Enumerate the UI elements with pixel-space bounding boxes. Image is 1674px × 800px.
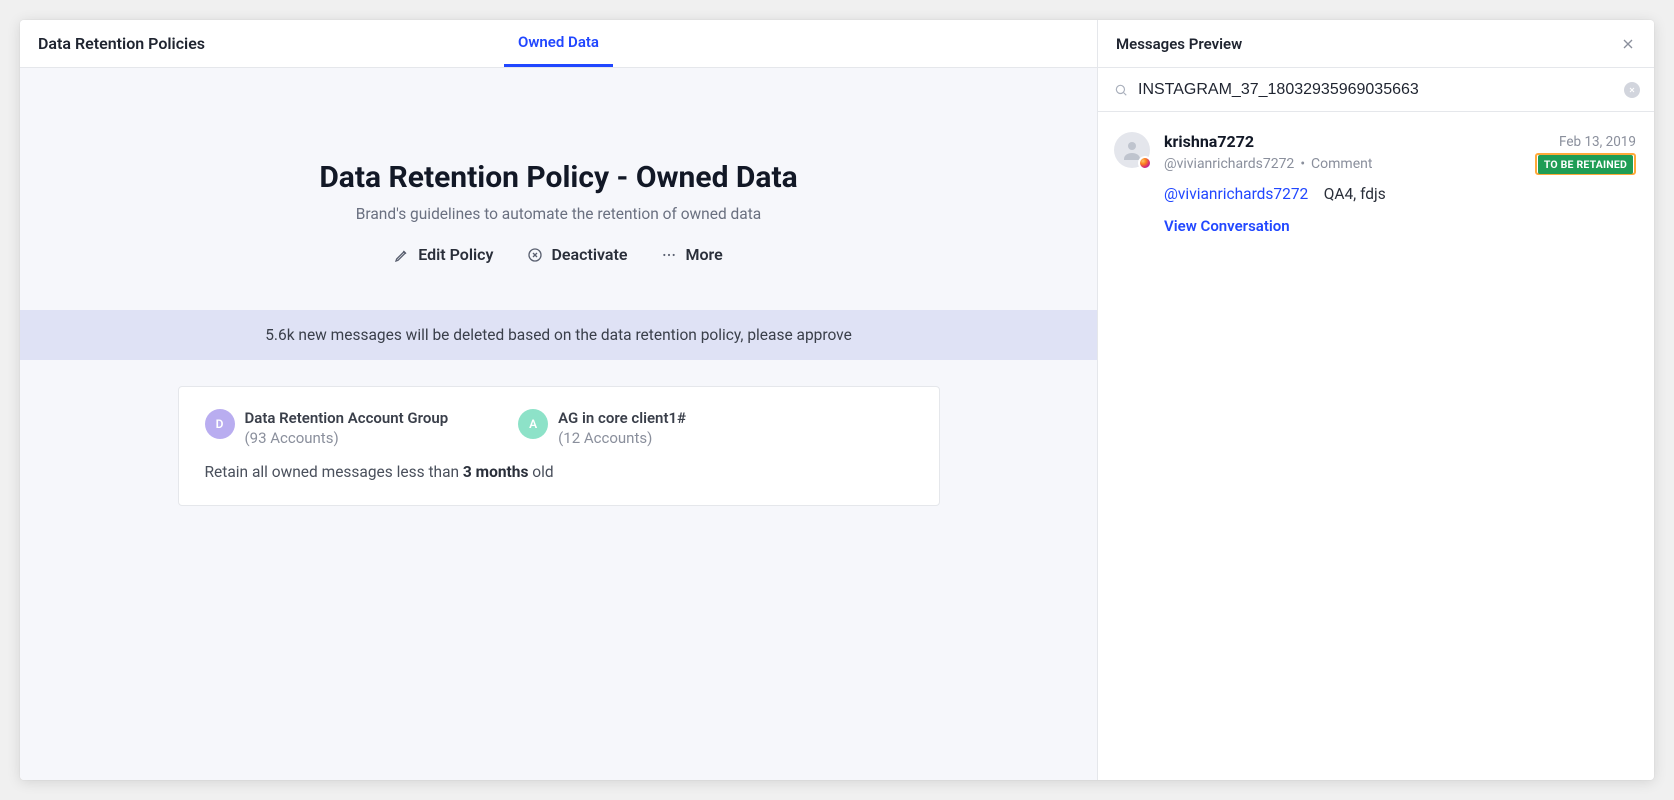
deactivate-label: Deactivate <box>551 245 627 264</box>
message-body: krishna7272 Feb 13, 2019 @vivianrichards… <box>1164 132 1636 235</box>
hero-actions: Edit Policy Deactivate More <box>40 245 1077 264</box>
x-icon <box>1628 86 1636 94</box>
avatar <box>1114 132 1150 168</box>
group-name: Data Retention Account Group <box>245 409 449 427</box>
group-meta: AG in core client1# (12 Accounts) <box>558 409 686 447</box>
group-name: AG in core client1# <box>558 409 686 427</box>
search-bar <box>1098 68 1654 112</box>
message-content: @vivianrichards7272 QA4, fdjs <box>1164 185 1636 203</box>
search-input[interactable] <box>1138 81 1614 99</box>
more-button[interactable]: More <box>661 245 722 264</box>
group-avatar: A <box>518 409 548 439</box>
app-shell: Data Retention Policies Owned Data Data … <box>20 20 1654 780</box>
more-label: More <box>685 245 722 264</box>
hero: Data Retention Policy - Owned Data Brand… <box>20 68 1097 310</box>
retain-bold: 3 months <box>463 463 529 481</box>
group-avatar: D <box>205 409 235 439</box>
edit-policy-label: Edit Policy <box>418 245 493 264</box>
circle-x-icon <box>527 247 543 263</box>
author-handle: @vivianrichards7272 <box>1164 156 1294 172</box>
retain-rule: Retain all owned messages less than 3 mo… <box>205 463 913 481</box>
tab-owned-data[interactable]: Owned Data <box>504 20 613 67</box>
retain-suffix: old <box>528 463 553 481</box>
author-name: krishna7272 <box>1164 132 1254 151</box>
edit-policy-button[interactable]: Edit Policy <box>394 245 493 264</box>
search-icon <box>1114 83 1128 97</box>
message-item: krishna7272 Feb 13, 2019 @vivianrichards… <box>1098 112 1654 253</box>
close-button[interactable] <box>1616 32 1640 56</box>
ellipsis-icon <box>661 247 677 263</box>
group-count: (12 Accounts) <box>558 429 686 447</box>
message-header: krishna7272 Feb 13, 2019 <box>1164 132 1636 151</box>
main-content: Data Retention Policies Owned Data Data … <box>20 20 1097 780</box>
page-title: Data Retention Policies <box>20 34 223 53</box>
policy-card: D Data Retention Account Group (93 Accou… <box>178 386 940 506</box>
account-groups: D Data Retention Account Group (93 Accou… <box>205 409 913 447</box>
message-date: Feb 13, 2019 <box>1559 132 1636 150</box>
pencil-icon <box>394 247 410 263</box>
instagram-badge-icon <box>1138 156 1152 170</box>
group-meta: Data Retention Account Group (93 Account… <box>245 409 449 447</box>
mention-link[interactable]: @vivianrichards7272 <box>1164 185 1308 203</box>
separator-dot: • <box>1300 156 1305 172</box>
retain-prefix: Retain all owned messages less than <box>205 463 463 481</box>
hero-subtitle: Brand's guidelines to automate the reten… <box>40 205 1077 223</box>
message-meta: @vivianrichards7272 • Comment TO BE RETA… <box>1164 153 1636 175</box>
topbar: Data Retention Policies Owned Data <box>20 20 1097 68</box>
approval-notice: 5.6k new messages will be deleted based … <box>20 310 1097 360</box>
message-text: QA4, fdjs <box>1324 185 1386 203</box>
account-group: D Data Retention Account Group (93 Accou… <box>205 409 449 447</box>
clear-search-button[interactable] <box>1624 82 1640 98</box>
deactivate-button[interactable]: Deactivate <box>527 245 627 264</box>
messages-preview-panel: Messages Preview krishna7272 F <box>1097 20 1654 780</box>
group-count: (93 Accounts) <box>245 429 449 447</box>
account-group: A AG in core client1# (12 Accounts) <box>518 409 686 447</box>
view-conversation-link[interactable]: View Conversation <box>1164 217 1290 235</box>
panel-header: Messages Preview <box>1098 20 1654 68</box>
close-icon <box>1620 36 1636 52</box>
status-badge: TO BE RETAINED <box>1538 155 1633 174</box>
panel-title: Messages Preview <box>1116 35 1616 53</box>
hero-title: Data Retention Policy - Owned Data <box>40 160 1077 195</box>
message-type: Comment <box>1311 156 1372 172</box>
status-badge-highlight: TO BE RETAINED <box>1535 153 1636 175</box>
